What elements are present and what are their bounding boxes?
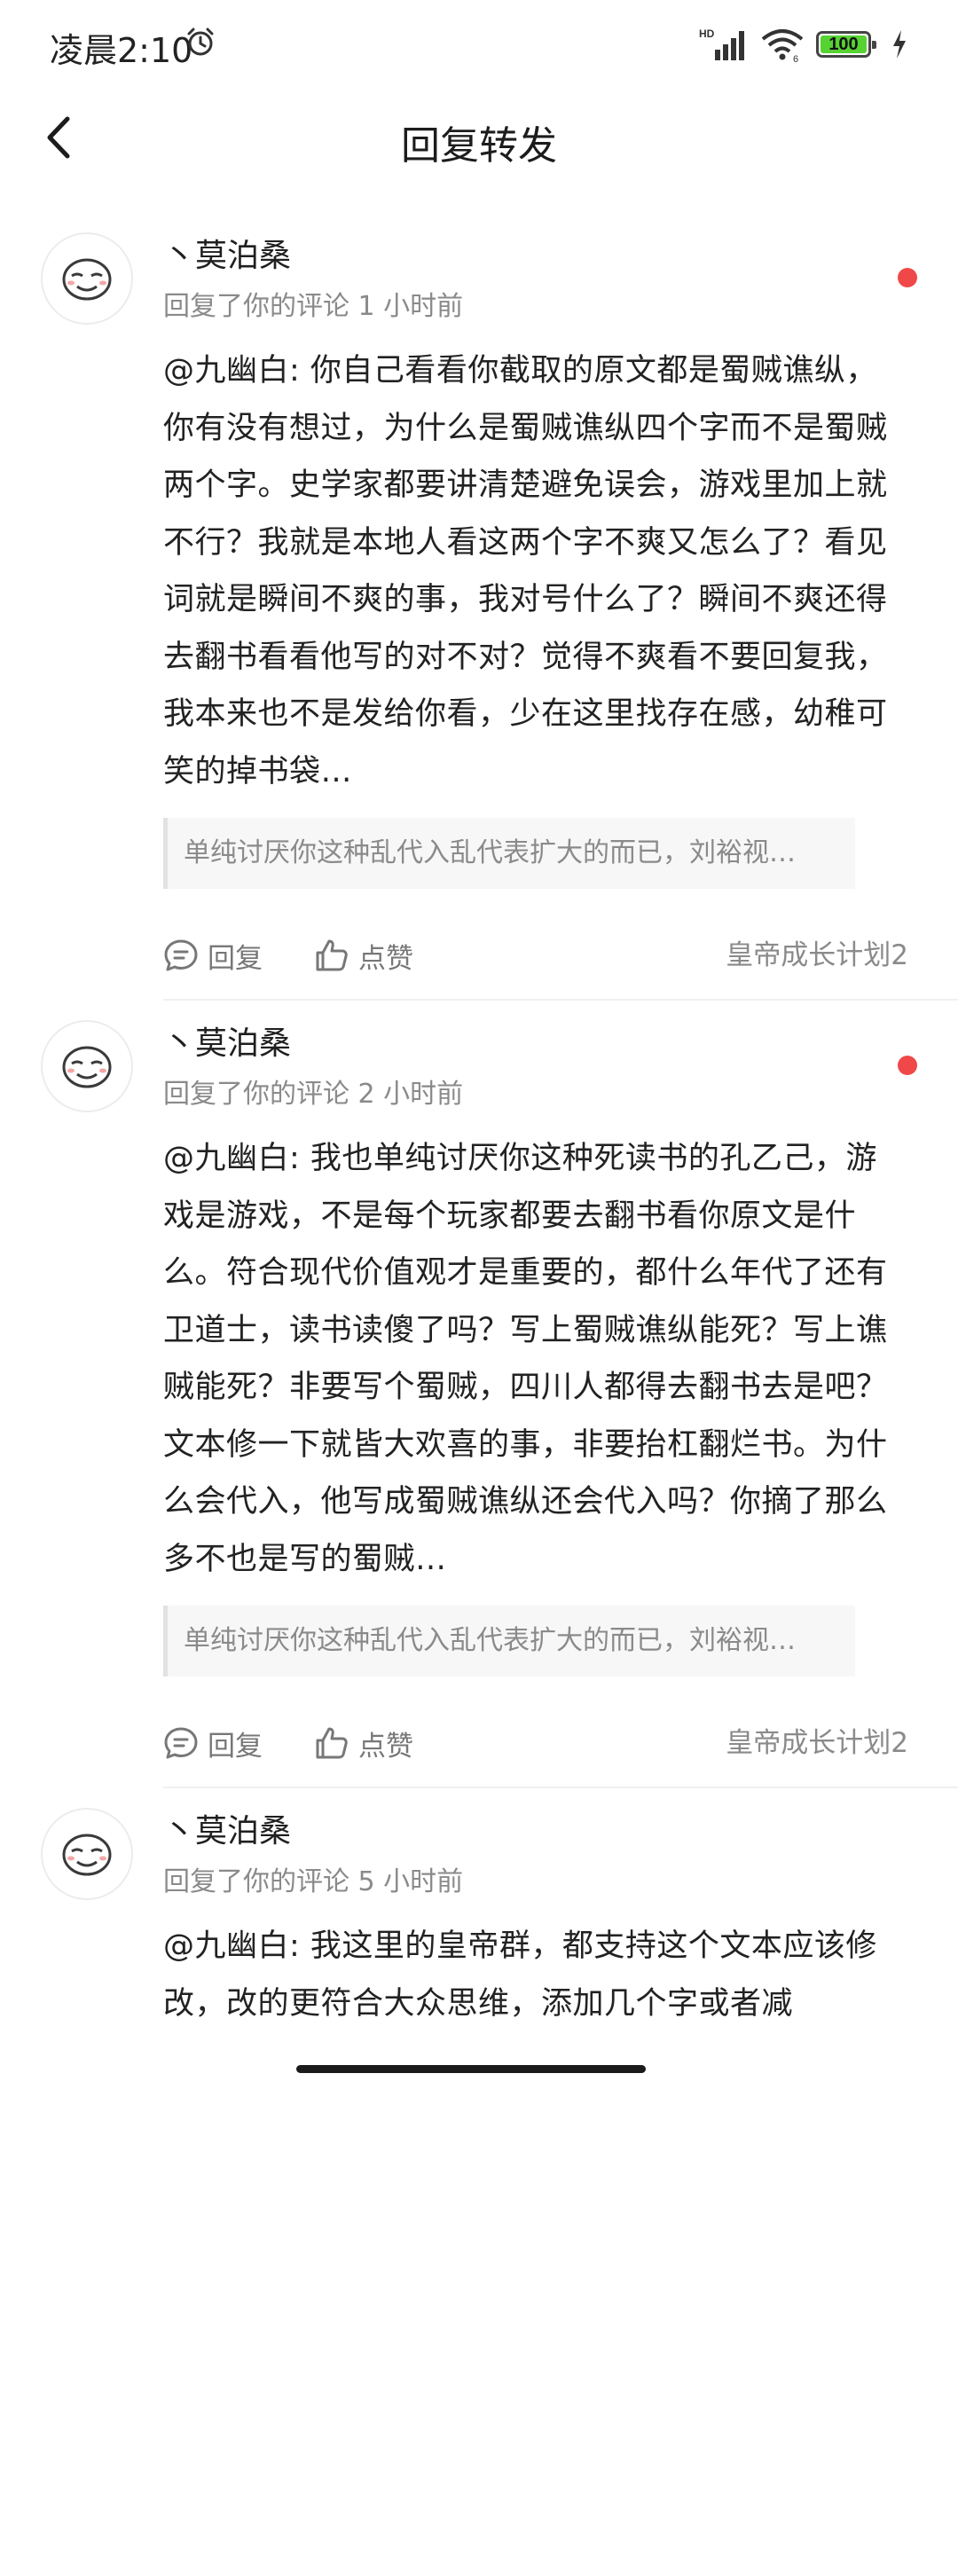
- like-label: 点赞: [358, 942, 413, 975]
- thumbs-up-icon: [316, 1727, 348, 1759]
- reply-item[interactable]: 丶莫泊桑 回复了你的评论 1 小时前 @九幽白: 你自己看看你截取的原文都是蜀贼…: [0, 213, 958, 1001]
- comment-icon: [164, 939, 198, 971]
- reply-button[interactable]: 回复: [163, 1712, 263, 1774]
- svg-text:6: 6: [793, 54, 798, 62]
- reply-item[interactable]: 丶莫泊桑 回复了你的评论 2 小时前 @九幽白: 我也单纯讨厌你这种死读书的孔乙…: [0, 1001, 958, 1788]
- reply-label: 回复: [208, 1730, 263, 1763]
- quoted-comment[interactable]: 单纯讨厌你这种乱代入乱代表扩大的而已，刘裕视…: [163, 1606, 855, 1677]
- like-label: 点赞: [358, 1730, 413, 1763]
- status-bar: 凌晨2:10 HD 6 100: [0, 0, 958, 89]
- avatar-face-icon: [62, 1046, 112, 1088]
- wifi-icon: 6: [761, 29, 804, 62]
- reply-text[interactable]: @九幽白: 我这里的皇帝群，都支持这个文本应该修改，改的更符合大众思维，添加几个…: [163, 1918, 908, 2376]
- user-name[interactable]: 丶莫泊桑: [163, 232, 908, 280]
- avatar-face-icon: [62, 1834, 112, 1876]
- like-button[interactable]: 点赞: [314, 1712, 413, 1774]
- status-time: 凌晨2:10: [50, 31, 193, 70]
- reply-meta: 回复了你的评论 1 小时前: [163, 291, 464, 322]
- page-title: 回复转发: [401, 123, 557, 169]
- home-indicator[interactable]: [296, 2065, 646, 2073]
- like-button[interactable]: 点赞: [314, 924, 413, 986]
- charging-icon: [893, 30, 906, 59]
- reply-label: 回复: [208, 942, 263, 975]
- reply-actions: 回复 点赞 皇帝成长计划2: [163, 924, 908, 986]
- source-game-link[interactable]: 皇帝成长计划2: [726, 924, 908, 986]
- source-game-link[interactable]: 皇帝成长计划2: [726, 1712, 908, 1774]
- thumbs-up-icon: [316, 939, 348, 971]
- avatar[interactable]: [41, 1020, 133, 1112]
- reply-content: 丶莫泊桑 回复了你的评论 1 小时前 @九幽白: 你自己看看你截取的原文都是蜀贼…: [163, 213, 908, 986]
- battery-icon: 100: [816, 31, 876, 58]
- reply-content: 丶莫泊桑 回复了你的评论 2 小时前 @九幽白: 我也单纯讨厌你这种死读书的孔乙…: [163, 1001, 908, 1774]
- avatar[interactable]: [41, 1808, 133, 1900]
- avatar[interactable]: [41, 232, 133, 325]
- reply-button[interactable]: 回复: [163, 924, 263, 986]
- reply-item[interactable]: 丶莫泊桑 回复了你的评论 5 小时前 @九幽白: 我这里的皇帝群，都支持这个文本…: [0, 1788, 958, 2576]
- user-name[interactable]: 丶莫泊桑: [163, 1808, 908, 1856]
- reply-list: 丶莫泊桑 回复了你的评论 1 小时前 @九幽白: 你自己看看你截取的原文都是蜀贼…: [0, 213, 958, 2576]
- bottom-fade: [0, 2031, 958, 2129]
- reply-text[interactable]: @九幽白: 你自己看看你截取的原文都是蜀贼谯纵，你有没有想过，为什么是蜀贼谯纵四…: [163, 342, 908, 800]
- reply-actions: 回复 点赞 皇帝成长计划2: [163, 1712, 908, 1774]
- reply-meta: 回复了你的评论 2 小时前: [163, 1079, 464, 1110]
- reply-text[interactable]: @九幽白: 我也单纯讨厌你这种死读书的孔乙己，游戏是游戏，不是每个玩家都要去翻书…: [163, 1130, 908, 1588]
- status-icons: HD 6 100: [699, 27, 908, 62]
- network-label: HD: [699, 27, 715, 40]
- top-bar: 回复转发: [0, 89, 958, 186]
- battery-level: 100: [828, 35, 859, 54]
- quoted-comment[interactable]: 单纯讨厌你这种乱代入乱代表扩大的而已，刘裕视…: [163, 818, 855, 889]
- user-name[interactable]: 丶莫泊桑: [163, 1020, 908, 1068]
- reply-meta: 回复了你的评论 5 小时前: [163, 1866, 464, 1897]
- avatar-face-icon: [62, 258, 112, 301]
- comment-icon: [164, 1727, 198, 1759]
- signal-icon: HD: [699, 27, 744, 60]
- alarm-icon: [187, 27, 214, 56]
